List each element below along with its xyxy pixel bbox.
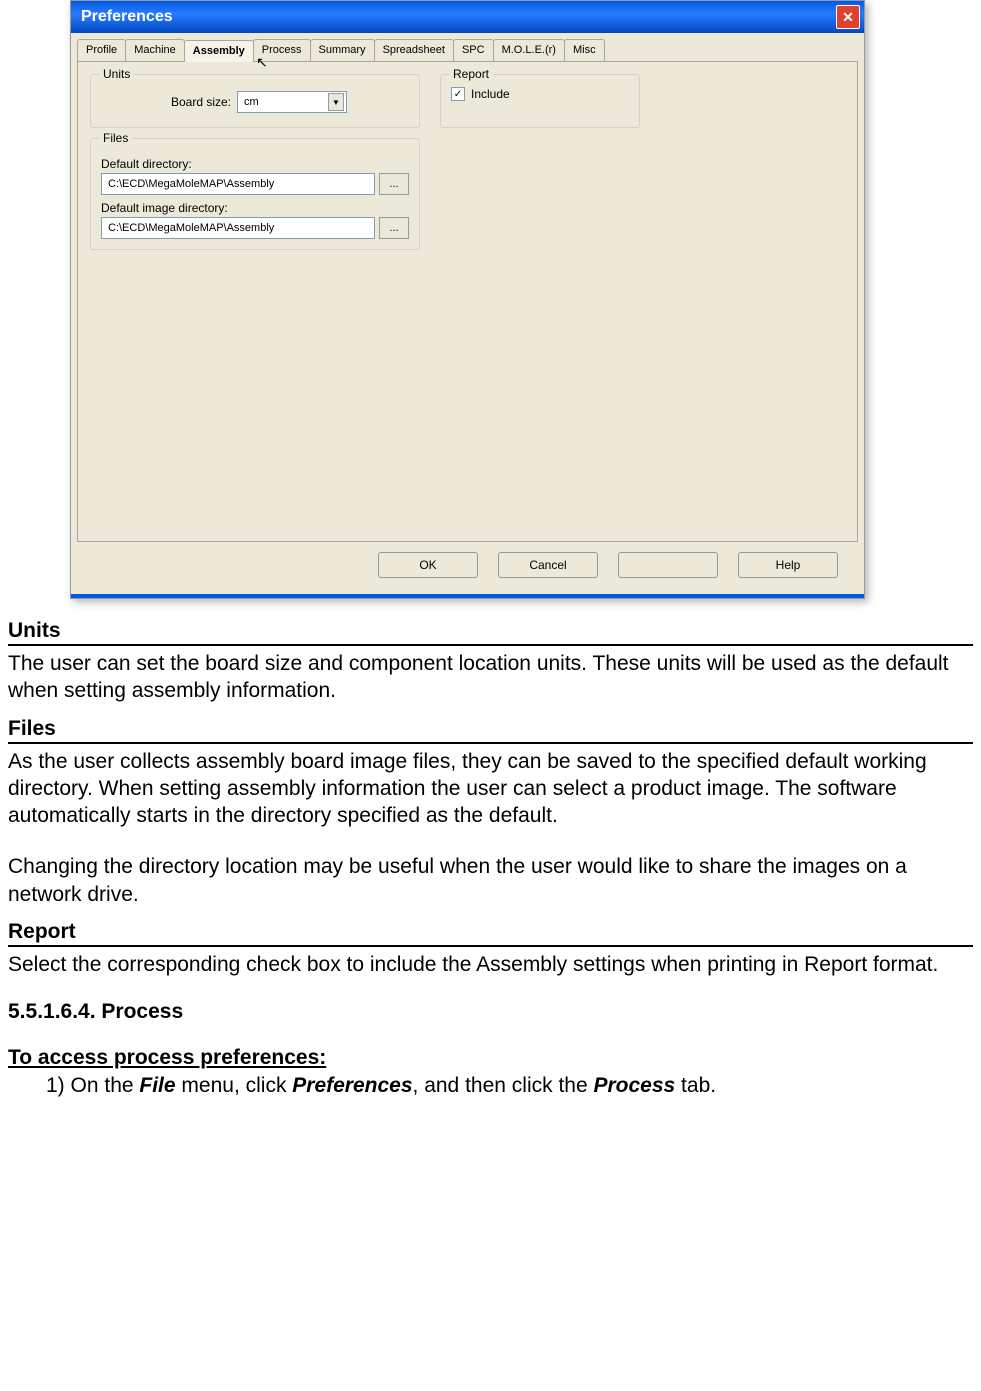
units-legend: Units xyxy=(99,67,134,81)
cursor-icon: ↖ xyxy=(256,54,268,71)
files-fieldset: Files Default directory: C:\ECD\MegaMole… xyxy=(90,138,420,250)
board-size-select[interactable]: cm ▼ xyxy=(237,91,347,113)
browse-image-dir-button[interactable]: ... xyxy=(379,217,409,239)
tab-misc[interactable]: Misc xyxy=(564,39,605,61)
help-button[interactable]: Help xyxy=(738,552,838,578)
report-fieldset: Report ✓ Include xyxy=(440,74,640,128)
access-heading: To access process preferences: xyxy=(8,1046,973,1070)
tab-content: ↖ Units Board size: cm ▼ Report xyxy=(77,62,858,542)
board-size-label: Board size: xyxy=(101,95,231,109)
files-paragraph-2: Changing the directory location may be u… xyxy=(8,853,973,908)
tab-mole[interactable]: M.O.L.E.(r) xyxy=(493,39,565,61)
units-fieldset: Units Board size: cm ▼ xyxy=(90,74,420,128)
apply-button[interactable] xyxy=(618,552,718,578)
close-icon[interactable]: ✕ xyxy=(836,5,860,29)
include-checkbox[interactable]: ✓ xyxy=(451,87,465,101)
titlebar: Preferences ✕ xyxy=(71,1,864,33)
tab-assembly[interactable]: Assembly xyxy=(184,40,254,62)
units-heading: Units xyxy=(8,619,973,646)
report-heading: Report xyxy=(8,920,973,947)
tab-profile[interactable]: Profile xyxy=(77,39,126,61)
process-heading: 5.5.1.6.4. Process xyxy=(8,1000,973,1024)
default-dir-input[interactable]: C:\ECD\MegaMoleMAP\Assembly xyxy=(101,173,375,195)
default-image-dir-input[interactable]: C:\ECD\MegaMoleMAP\Assembly xyxy=(101,217,375,239)
include-label: Include xyxy=(471,87,510,101)
preferences-dialog: Preferences ✕ Profile Machine Assembly P… xyxy=(70,0,865,599)
cancel-button[interactable]: Cancel xyxy=(498,552,598,578)
report-paragraph: Select the corresponding check box to in… xyxy=(8,951,973,978)
tab-spc[interactable]: SPC xyxy=(453,39,494,61)
tab-strip: Profile Machine Assembly Process Summary… xyxy=(77,39,858,62)
button-row: OK Cancel Help xyxy=(77,542,858,588)
units-paragraph: The user can set the board size and comp… xyxy=(8,650,973,705)
files-paragraph-1: As the user collects assembly board imag… xyxy=(8,748,973,830)
default-dir-label: Default directory: xyxy=(101,157,409,171)
default-image-dir-label: Default image directory: xyxy=(101,201,409,215)
board-size-value: cm xyxy=(244,96,259,108)
dialog-bottom-border xyxy=(71,594,864,598)
tab-machine[interactable]: Machine xyxy=(125,39,185,61)
tab-summary[interactable]: Summary xyxy=(310,39,375,61)
files-legend: Files xyxy=(99,131,132,145)
tab-spreadsheet[interactable]: Spreadsheet xyxy=(374,39,454,61)
ok-button[interactable]: OK xyxy=(378,552,478,578)
chevron-down-icon: ▼ xyxy=(328,93,344,111)
browse-dir-button[interactable]: ... xyxy=(379,173,409,195)
dialog-title: Preferences xyxy=(81,8,173,26)
files-heading: Files xyxy=(8,717,973,744)
document-content: Units The user can set the board size an… xyxy=(0,599,981,1098)
step-1: 1) On the File menu, click Preferences, … xyxy=(8,1074,973,1098)
report-legend: Report xyxy=(449,67,493,81)
